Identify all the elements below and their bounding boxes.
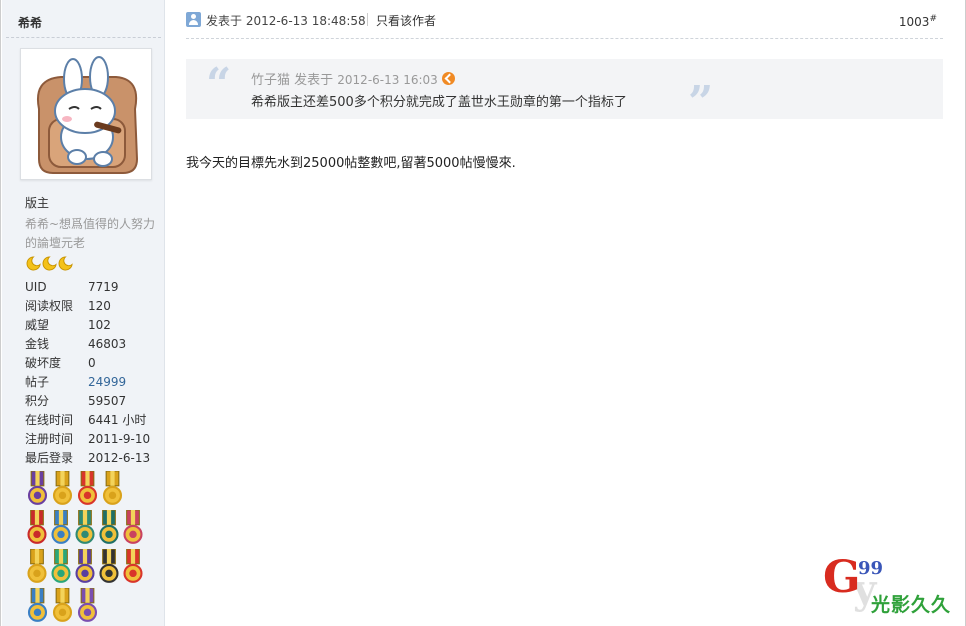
medal-icon[interactable] (121, 510, 145, 546)
post-content: 我今天的目標先水到25000帖整數吧,留著5000帖慢慢來. (186, 156, 516, 171)
rabbit-avatar-icon (37, 56, 139, 174)
stat-label: 阅读权限 (25, 299, 74, 313)
stat-value: 2012-6-13 (88, 451, 151, 465)
logo-text: 光影久久 (871, 594, 952, 616)
medal-icon[interactable] (49, 549, 73, 585)
medal-icon[interactable] (49, 510, 73, 546)
stat-label: 积分 (25, 394, 50, 408)
stat-value: 102 (88, 318, 111, 332)
stat-row: 积分 59507 (25, 392, 150, 411)
header-divider-line (186, 38, 943, 39)
stat-row: UID 7719 (25, 278, 150, 297)
stat-row: 最后登录 2012-6-13 (25, 449, 150, 468)
stat-value: 59507 (88, 394, 127, 408)
logo-99: 99 (858, 558, 884, 579)
user-signature: 希希~想爲值得的人努力的論壇元老 (25, 217, 156, 250)
quote-text: 希希版主还差500多个积分就完成了盖世水王勋章的第一个指标了 (251, 95, 627, 110)
stat-row: 阅读权限 120 (25, 297, 150, 316)
stat-row: 破坏度 0 (25, 354, 150, 373)
crescent-moon-icon (42, 256, 57, 271)
medal-icon[interactable] (50, 471, 75, 507)
stat-label: 在线时间 (25, 413, 74, 427)
stat-label: UID (25, 280, 47, 294)
medal-icon[interactable] (97, 510, 121, 546)
medal-icon[interactable] (100, 471, 125, 507)
stat-row: 威望 102 (25, 316, 150, 335)
stat-value: 6441 小时 (88, 413, 147, 427)
quote-author: 竹子猫 发表于 2012-6-13 16:03 (251, 69, 455, 88)
stat-value: 0 (88, 356, 96, 370)
floor-mark: # (929, 14, 937, 24)
stat-value: 120 (88, 299, 111, 313)
rank-stars (26, 256, 73, 271)
medal-row (25, 588, 145, 626)
site-watermark-logo: y G 99 光影久久 (823, 552, 963, 617)
crescent-moon-icon (26, 256, 41, 271)
crescent-moon-icon (58, 256, 73, 271)
medal-icon[interactable] (25, 588, 50, 624)
stat-row: 在线时间 6441 小时 (25, 411, 150, 430)
quote-open-icon: “ (206, 59, 232, 110)
medal-icon[interactable] (25, 549, 49, 585)
post-container: 希希 版主 希希~想爲值得的人努力的論壇元老 UID 7719 阅读权限 120… (0, 0, 966, 626)
stat-row: 帖子 24999 (25, 373, 150, 392)
sidebar-divider (6, 37, 161, 38)
medal-icon[interactable] (25, 471, 50, 507)
medal-list (25, 471, 145, 626)
stat-label: 威望 (25, 318, 50, 332)
medal-row (25, 471, 145, 510)
posts-count-link[interactable]: 24999 (88, 373, 126, 392)
post-header: 发表于 2012-6-13 18:48:58 只看该作者 1003# (186, 12, 943, 30)
stat-label: 注册时间 (25, 432, 74, 446)
stat-row: 金钱 46803 (25, 335, 150, 354)
user-stats: UID 7719 阅读权限 120 威望 102 金钱 46803 破坏度 0 帖子 249… (25, 278, 150, 468)
quote-close-icon: ” (688, 77, 714, 128)
quote-block: “ 竹子猫 发表于 2012-6-13 16:03 希希版主还差500多个积分就… (186, 59, 943, 125)
medal-icon[interactable] (75, 471, 100, 507)
user-role: 版主 (25, 196, 50, 210)
floor-number-value: 1003 (898, 15, 930, 29)
stat-value: 2011-9-10 (88, 432, 151, 446)
floor-number[interactable]: 1003# (899, 14, 937, 29)
only-author-link[interactable]: 只看该作者 (376, 12, 436, 29)
quote-time: 2012-6-13 16:03 (337, 73, 438, 87)
medal-icon[interactable] (121, 549, 145, 585)
online-user-icon (186, 12, 201, 27)
username-link[interactable]: 希希 (18, 14, 42, 31)
medal-icon[interactable] (73, 549, 97, 585)
stat-row: 注册时间 2011-9-10 (25, 430, 150, 449)
jump-to-post-icon[interactable] (441, 72, 455, 85)
quote-author-name: 竹子猫 发表于 (251, 73, 334, 88)
stat-value: 7719 (88, 280, 119, 294)
stat-value: 46803 (88, 337, 127, 351)
medal-icon[interactable] (97, 549, 121, 585)
header-divider (367, 13, 368, 26)
stat-label: 金钱 (25, 337, 50, 351)
medal-row (25, 549, 145, 588)
medal-icon[interactable] (50, 588, 75, 624)
medal-icon[interactable] (73, 510, 97, 546)
medal-row (25, 510, 145, 549)
stat-label: 最后登录 (25, 451, 74, 465)
avatar[interactable] (20, 48, 152, 180)
user-sidebar: 希希 版主 希希~想爲值得的人努力的論壇元老 UID 7719 阅读权限 120… (2, 0, 165, 626)
post-time: 发表于 2012-6-13 18:48:58 (206, 14, 366, 28)
logo-g: G (823, 552, 861, 603)
medal-icon[interactable] (25, 510, 49, 546)
medal-icon[interactable] (75, 588, 100, 624)
stat-label: 破坏度 (25, 356, 62, 370)
stat-label: 帖子 (25, 375, 50, 389)
